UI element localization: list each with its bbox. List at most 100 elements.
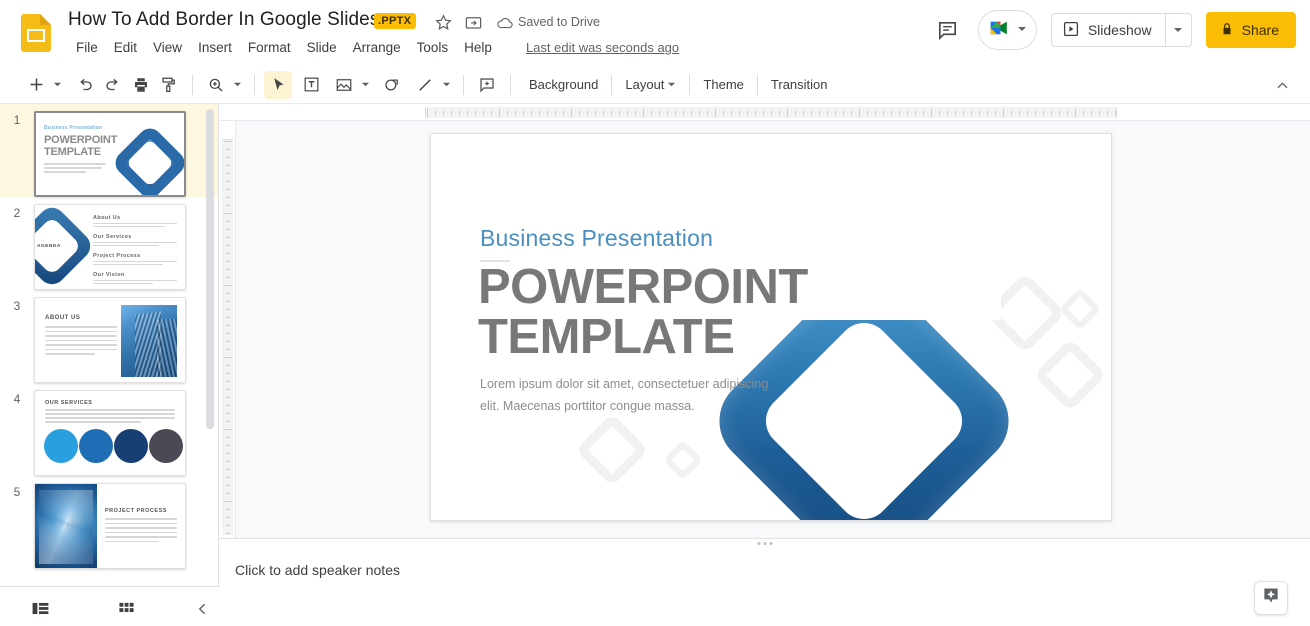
explore-sparkle-icon bbox=[1261, 586, 1281, 611]
new-slide-dropdown-icon[interactable] bbox=[50, 71, 65, 99]
filmstrip-slide-1[interactable]: 1 Business Presentation POWERPOINTTEMPLA… bbox=[0, 104, 218, 197]
toolbar: Background Layout Theme Transition bbox=[0, 66, 1310, 104]
menu-item-arrange[interactable]: Arrange bbox=[345, 38, 409, 57]
filmstrip-scrollbar[interactable] bbox=[206, 109, 214, 429]
thumb-process-photo bbox=[35, 484, 97, 569]
document-title[interactable]: How To Add Border In Google Slides bbox=[68, 9, 379, 31]
image-dropdown-icon[interactable] bbox=[358, 71, 373, 99]
thumb-subtitle: Business Presentation bbox=[44, 125, 102, 131]
toolbar-divider bbox=[611, 75, 612, 95]
slideshow-button[interactable]: Slideshow bbox=[1052, 14, 1165, 46]
filmstrip-view-icon[interactable] bbox=[25, 591, 56, 626]
new-slide-icon[interactable] bbox=[22, 71, 50, 99]
slide-thumbnail[interactable]: OUR SERVICES bbox=[34, 390, 186, 476]
speaker-notes-pane[interactable]: Click to add speaker notes bbox=[219, 538, 1310, 626]
slide-body-line2: elit. Maecenas porttitor congue massa. bbox=[480, 399, 695, 413]
save-status-text: Saved to Drive bbox=[518, 15, 600, 29]
layout-button[interactable]: Layout bbox=[616, 73, 685, 96]
google-meet-button[interactable] bbox=[978, 10, 1037, 50]
google-slides-logo bbox=[21, 14, 51, 52]
thumb-title: PROJECT PROCESS bbox=[105, 508, 167, 514]
agenda-item: About Us bbox=[93, 215, 181, 221]
share-button[interactable]: Share bbox=[1206, 12, 1296, 48]
menu-item-file[interactable]: File bbox=[68, 38, 106, 57]
transition-button[interactable]: Transition bbox=[762, 73, 837, 96]
watermark-diamond-icon bbox=[575, 413, 649, 487]
slide-thumbnail[interactable]: Business Presentation POWERPOINTTEMPLATE bbox=[34, 111, 186, 197]
slide-thumbnail[interactable]: AGENDA About Us Our Services Project Pro… bbox=[34, 204, 186, 290]
slide-thumbnail[interactable]: PROJECT PROCESS bbox=[34, 483, 186, 569]
toolbar-divider bbox=[510, 75, 511, 95]
slide-filmstrip-panel[interactable]: 1 Business Presentation POWERPOINTTEMPLA… bbox=[0, 104, 219, 586]
menu-item-tools[interactable]: Tools bbox=[409, 38, 457, 57]
agenda-item: Project Process bbox=[93, 253, 181, 259]
grid-view-icon[interactable] bbox=[111, 591, 142, 626]
chevron-down-icon bbox=[1017, 21, 1027, 39]
text-box-icon[interactable] bbox=[297, 71, 325, 99]
insert-image-icon[interactable] bbox=[330, 71, 358, 99]
background-button[interactable]: Background bbox=[520, 73, 607, 96]
thumb-building-photo bbox=[121, 305, 177, 377]
google-meet-icon bbox=[987, 18, 1014, 43]
collapse-toolbar-button[interactable] bbox=[1268, 71, 1296, 99]
collapse-panel-icon[interactable] bbox=[188, 591, 219, 626]
agenda-item: Our Services bbox=[93, 234, 181, 240]
star-icon[interactable] bbox=[434, 13, 453, 32]
slide-subtitle[interactable]: Business Presentation bbox=[480, 225, 713, 252]
zoom-dropdown-icon[interactable] bbox=[230, 71, 245, 99]
horizontal-ruler[interactable] bbox=[219, 104, 1310, 121]
menu-item-edit[interactable]: Edit bbox=[106, 38, 145, 57]
filmstrip-slide-5[interactable]: 5 PROJECT PROCESS bbox=[0, 476, 218, 569]
filmstrip-slide-3[interactable]: 3 ABOUT US bbox=[0, 290, 218, 383]
select-cursor-icon[interactable] bbox=[264, 71, 292, 99]
slide-title[interactable]: POWERPOINT TEMPLATE bbox=[478, 263, 808, 363]
toolbar-divider bbox=[192, 75, 193, 95]
current-slide[interactable]: Business Presentation POWERPOINT TEMPLAT… bbox=[430, 133, 1112, 521]
file-format-badge: .PPTX bbox=[374, 13, 416, 29]
slideshow-button-group: Slideshow bbox=[1051, 13, 1192, 47]
thumb-label: AGENDA bbox=[37, 244, 61, 249]
thumb-title: ABOUT US bbox=[45, 315, 80, 321]
slide-body-text[interactable]: Lorem ipsum dolor sit amet, consectetuer… bbox=[480, 374, 770, 418]
slide-title-line2: TEMPLATE bbox=[478, 310, 734, 364]
menu-item-view[interactable]: View bbox=[145, 38, 190, 57]
theme-button[interactable]: Theme bbox=[694, 73, 752, 96]
thumb-title: OUR SERVICES bbox=[45, 400, 92, 406]
notes-resize-handle[interactable] bbox=[757, 542, 772, 545]
comment-icon[interactable] bbox=[928, 10, 968, 50]
workspace: 1 Business Presentation POWERPOINTTEMPLA… bbox=[0, 104, 1310, 626]
vertical-ruler[interactable] bbox=[219, 121, 236, 538]
menu-item-insert[interactable]: Insert bbox=[190, 38, 240, 57]
print-icon[interactable] bbox=[127, 71, 155, 99]
menu-item-format[interactable]: Format bbox=[240, 38, 299, 57]
menu-item-slide[interactable]: Slide bbox=[299, 38, 345, 57]
zoom-icon[interactable] bbox=[202, 71, 230, 99]
slide-thumbnail[interactable]: ABOUT US bbox=[34, 297, 186, 383]
chevron-down-icon bbox=[667, 77, 676, 92]
service-circle bbox=[44, 429, 78, 463]
menu-item-help[interactable]: Help bbox=[456, 38, 500, 57]
add-comment-icon[interactable] bbox=[473, 71, 501, 99]
slide-title-line1: POWERPOINT bbox=[478, 260, 808, 314]
lock-icon bbox=[1220, 22, 1234, 39]
menu-bar: File Edit View Insert Format Slide Arran… bbox=[68, 38, 679, 57]
explore-button[interactable] bbox=[1254, 581, 1288, 615]
filmstrip-bottom-bar bbox=[0, 586, 219, 626]
share-label: Share bbox=[1242, 22, 1279, 38]
paint-format-icon[interactable] bbox=[155, 71, 183, 99]
filmstrip-slide-2[interactable]: 2 AGENDA About Us Our Services Project P… bbox=[0, 197, 218, 290]
move-to-folder-icon[interactable] bbox=[464, 13, 483, 32]
slide-body-line1: Lorem ipsum dolor sit amet, consectetuer… bbox=[480, 377, 768, 391]
last-edit-link[interactable]: Last edit was seconds ago bbox=[526, 40, 679, 55]
line-icon[interactable] bbox=[411, 71, 439, 99]
line-dropdown-icon[interactable] bbox=[439, 71, 454, 99]
filmstrip-slide-4[interactable]: 4 OUR SERVICES bbox=[0, 383, 218, 476]
cloud-saved-icon[interactable] bbox=[496, 14, 514, 32]
shape-icon[interactable] bbox=[378, 71, 406, 99]
slide-editor-canvas[interactable]: Business Presentation POWERPOINT TEMPLAT… bbox=[219, 104, 1310, 538]
undo-icon[interactable] bbox=[71, 71, 99, 99]
service-circle bbox=[114, 429, 148, 463]
speaker-notes-placeholder[interactable]: Click to add speaker notes bbox=[235, 562, 400, 578]
slideshow-dropdown-caret[interactable] bbox=[1165, 14, 1191, 46]
redo-icon[interactable] bbox=[99, 71, 127, 99]
